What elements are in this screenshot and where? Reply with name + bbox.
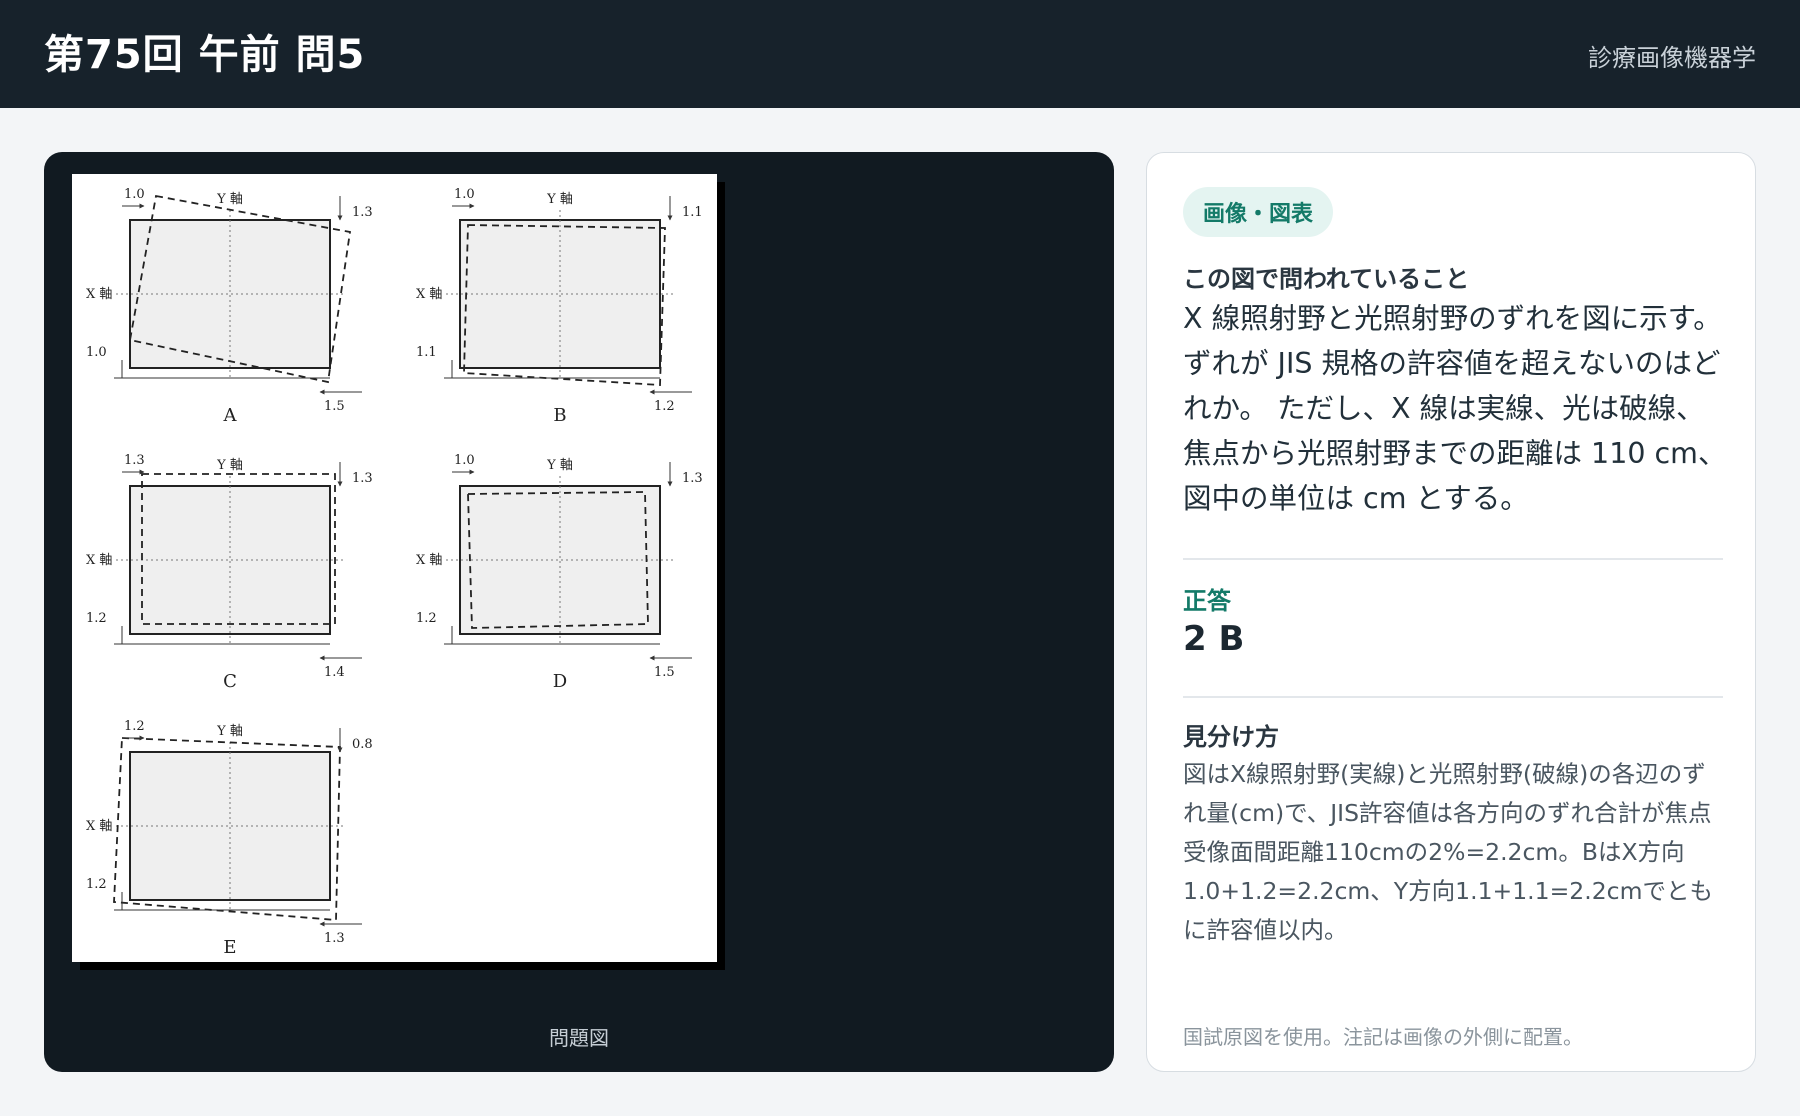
- deviation-label: 1.1: [416, 345, 437, 360]
- deviation-label: 1.0: [454, 453, 475, 468]
- footnote: 国試原図を使用。注記は画像の外側に配置。: [1183, 1025, 1583, 1049]
- option-letter: B: [553, 405, 566, 426]
- deviation-label: 1.3: [324, 931, 345, 946]
- figure-caption: 問題図: [549, 1026, 609, 1050]
- deviation-label: 1.3: [352, 471, 373, 486]
- question-figure: Y 軸X 軸 1.0 1.3 1.0 1.5 A Y 軸X 軸 1.0 1.1 1.1 1.2 B Y …: [72, 174, 717, 962]
- deviation-label: 1.4: [324, 665, 345, 680]
- y-axis-label: Y 軸: [546, 458, 573, 473]
- x-axis-label: X 軸: [86, 553, 112, 568]
- diagram-B: Y 軸 X 軸 1.0 1.1 1.1 1.2 B: [416, 187, 703, 426]
- deviation-label: 1.3: [124, 453, 145, 468]
- figure-drawing: Y 軸X 軸1.01.31.01.5AY 軸X 軸1.01.11.11.2BY …: [86, 187, 703, 958]
- x-axis-label: X 軸: [416, 287, 442, 302]
- divider: [1183, 696, 1723, 698]
- y-axis-label: Y 軸: [546, 192, 573, 207]
- option-letter: D: [553, 671, 567, 692]
- answer-label: 正答: [1183, 587, 1231, 615]
- figure-panel: Y 軸X 軸 1.0 1.3 1.0 1.5 A Y 軸X 軸 1.0 1.1 1.1 1.2 B Y …: [44, 152, 1114, 1072]
- y-axis-label: Y 軸: [216, 458, 243, 473]
- y-axis-label: Y 軸: [216, 724, 243, 739]
- option-letter: A: [223, 405, 238, 426]
- x-axis-label: X 軸: [416, 553, 442, 568]
- option-letter: C: [223, 671, 237, 692]
- answer-value: 2 B: [1183, 619, 1245, 659]
- deviation-label: 1.5: [654, 665, 675, 680]
- divider: [1183, 558, 1723, 560]
- category-badge: 画像・図表: [1183, 187, 1334, 237]
- diagram-A: Y 軸 X 軸 1.0 1.3 1.0 1.5 A: [86, 187, 373, 426]
- x-axis-label: X 軸: [86, 819, 112, 834]
- diagram-E: Y 軸 X 軸 1.2 0.8 1.2 1.3 E: [86, 719, 373, 958]
- x-axis-label: X 軸: [86, 287, 112, 302]
- deviation-label: 1.1: [682, 205, 703, 220]
- deviation-label: 1.2: [86, 611, 107, 626]
- deviation-label: 1.2: [416, 611, 437, 626]
- explain-text: 図はX線照射野(実線)と光照射野(破線)の各辺のずれ量(cm)で、JIS許容値は…: [1183, 760, 1713, 944]
- y-axis-label: Y 軸: [216, 192, 243, 207]
- explain-label: 見分け方: [1183, 723, 1279, 751]
- deviation-label: 1.5: [324, 399, 345, 414]
- deviation-label: 1.2: [124, 719, 145, 734]
- deviation-label: 1.2: [86, 877, 107, 892]
- deviation-label: 1.3: [352, 205, 373, 220]
- deviation-label: 1.0: [454, 187, 475, 202]
- subject-label: 診療画像機器学: [1588, 44, 1756, 72]
- question-text: X 線照射野と光照射野のずれを図に示す。 ずれが JIS 規格の許容値を超えない…: [1183, 302, 1727, 515]
- question-label: この図で問われていること: [1183, 265, 1470, 293]
- deviation-label: 1.3: [682, 471, 703, 486]
- deviation-label: 0.8: [352, 737, 373, 752]
- page-title: 第75回 午前 問5: [44, 32, 366, 78]
- deviation-label: 1.0: [124, 187, 145, 202]
- option-letter: E: [223, 937, 236, 958]
- deviation-label: 1.2: [654, 399, 675, 414]
- diagram-D: Y 軸 X 軸 1.0 1.3 1.2 1.5 D: [416, 453, 703, 692]
- app-header: 第75回 午前 問5 診療画像機器学: [0, 0, 1800, 108]
- info-panel: 画像・図表 この図で問われていること X 線照射野と光照射野のずれを図に示す。 …: [1146, 152, 1756, 1072]
- deviation-label: 1.0: [86, 345, 107, 360]
- diagram-C: Y 軸 X 軸 1.3 1.3 1.2 1.4 C: [86, 453, 373, 692]
